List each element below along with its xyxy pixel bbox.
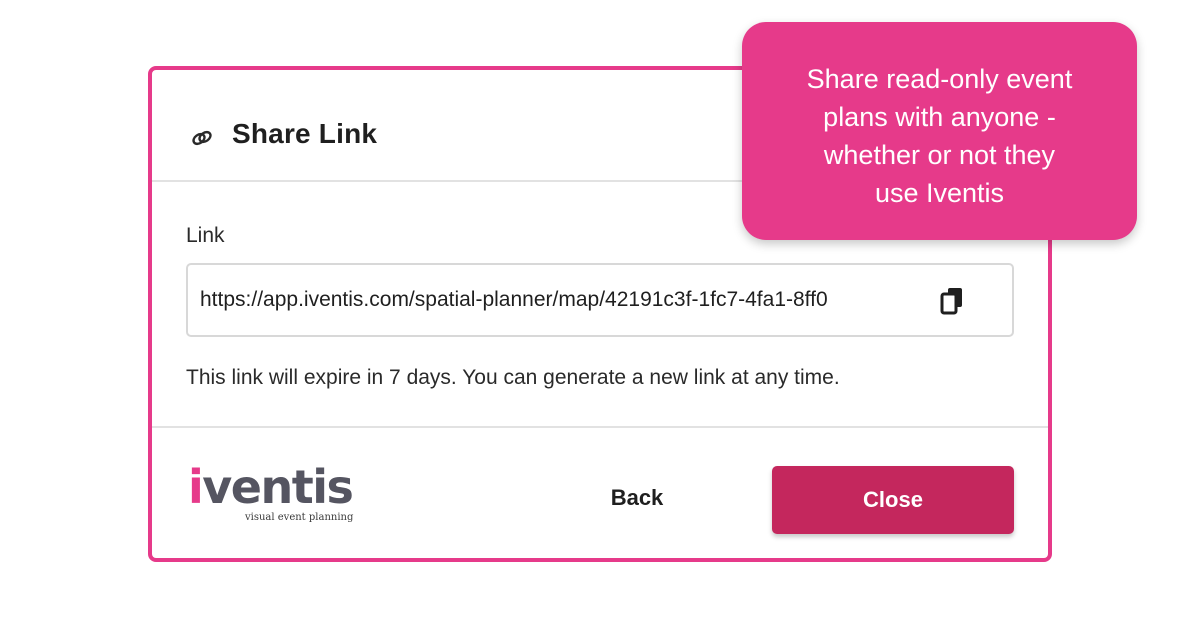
promo-callout: Share read-only event plans with anyone … [742,22,1137,240]
link-field [186,263,1014,337]
callout-text: Share read-only event plans with anyone … [806,64,1073,208]
link-expiry-text: This link will expire in 7 days. You can… [186,366,840,389]
link-icon [192,130,212,146]
link-field-label: Link [186,224,225,247]
logo-accent-letter: i [188,460,204,514]
back-button[interactable]: Back [582,478,692,518]
link-url-input[interactable] [200,283,890,317]
iventis-logo: iventis visual event planning [188,460,358,530]
copy-icon[interactable] [934,283,970,319]
dialog-footer: iventis visual event planning Back Close [152,426,1048,560]
dialog-title: Share Link [232,118,378,149]
logo-tagline: visual event planning [245,512,354,523]
logo-rest-letters: ventis [202,460,354,514]
logo-wordmark: iventis [188,460,354,514]
close-button[interactable]: Close [772,466,1014,534]
